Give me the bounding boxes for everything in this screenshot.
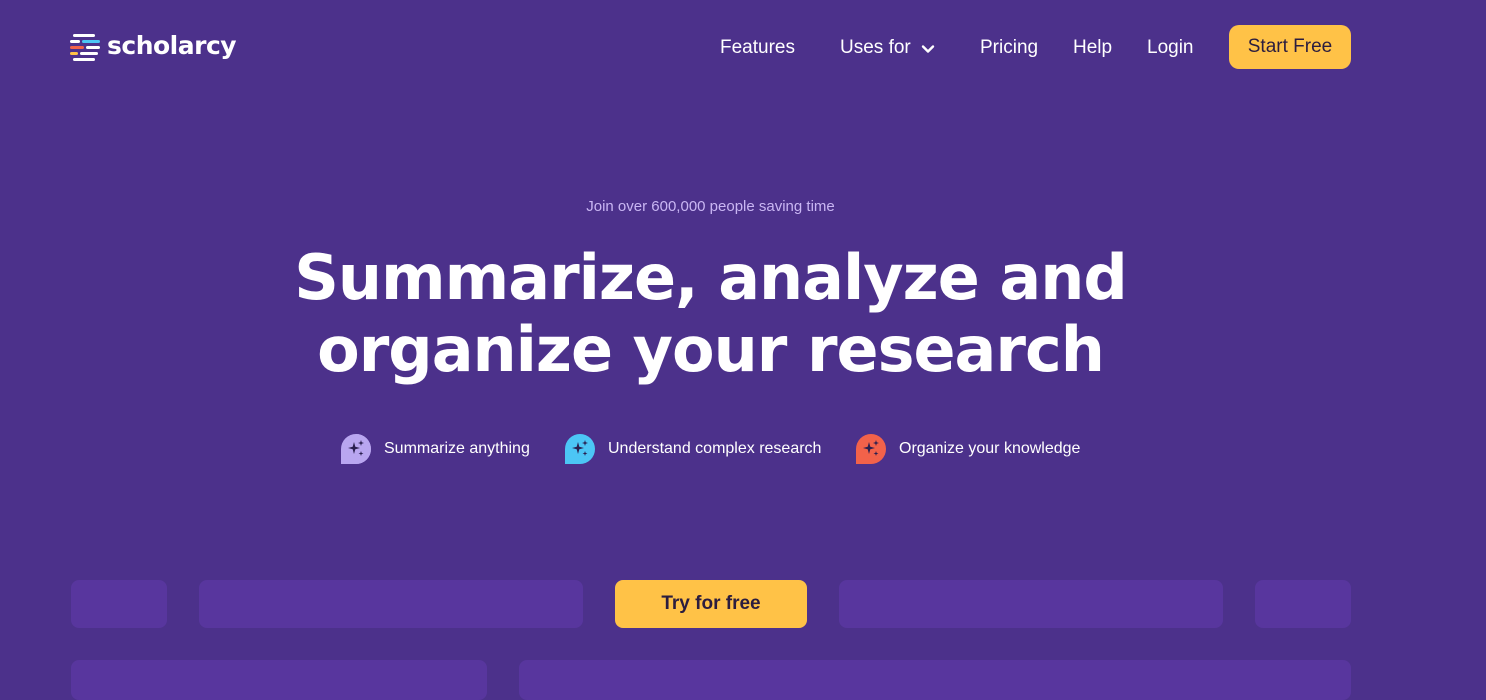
feature-understand: Understand complex research — [564, 432, 821, 466]
hero-eyebrow: Join over 600,000 people saving time — [586, 198, 835, 215]
placeholder-block — [519, 660, 1351, 700]
nav-login-link[interactable]: Login — [1147, 26, 1194, 70]
try-for-free-button[interactable]: Try for free — [615, 580, 807, 628]
hero-headline: Summarize, analyze and organize your res… — [0, 242, 1421, 386]
feature-understand-label: Understand complex research — [608, 440, 822, 457]
start-free-button[interactable]: Start Free — [1229, 25, 1351, 69]
sparkle-bubble-icon — [565, 434, 595, 464]
placeholder-block — [71, 660, 487, 700]
sparkle-bubble-icon — [341, 434, 371, 464]
nav-pricing-link[interactable]: Pricing — [980, 26, 1038, 70]
nav-help-link[interactable]: Help — [1073, 26, 1112, 70]
sparkle-bubble-icon — [856, 434, 886, 464]
feature-organize-label: Organize your knowledge — [899, 440, 1081, 457]
nav-uses-for-dropdown[interactable]: Uses for — [840, 26, 935, 70]
placeholder-block — [1255, 580, 1351, 628]
placeholder-block — [839, 580, 1223, 628]
logo-mark-icon — [70, 34, 100, 61]
chevron-down-icon — [921, 44, 934, 53]
feature-summarize: Summarize anything — [340, 432, 530, 466]
headline-line-2: organize your research — [317, 313, 1105, 386]
placeholder-block — [199, 580, 583, 628]
feature-organize: Organize your knowledge — [855, 432, 1080, 466]
headline-line-1: Summarize, analyze and — [294, 241, 1127, 314]
brand-name: scholarcy — [107, 31, 237, 60]
nav-features-link[interactable]: Features — [720, 26, 795, 70]
nav-uses-for-label: Uses for — [840, 37, 911, 58]
site-header: scholarcy Features Uses for Pricing Help… — [0, 0, 1486, 96]
hero-feature-list: Summarize anything Understand complex re… — [0, 432, 1421, 466]
placeholder-block — [71, 580, 167, 628]
feature-summarize-label: Summarize anything — [384, 440, 530, 457]
scholarcy-logo[interactable]: scholarcy — [70, 28, 237, 64]
